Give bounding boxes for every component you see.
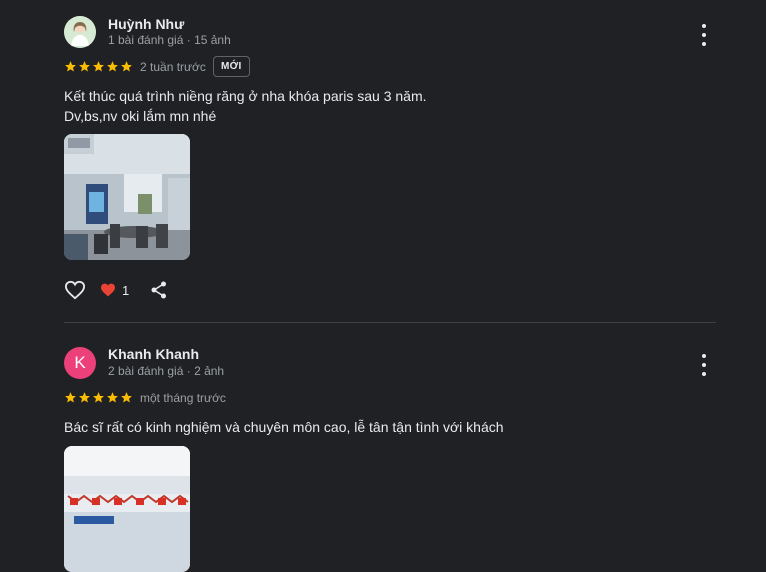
star-icon — [65, 61, 76, 72]
review-photo[interactable] — [64, 446, 190, 572]
star-icon — [107, 392, 118, 403]
review-card: Huỳnh Như 1 bài đánh giá · 15 ảnh 2 tuần… — [64, 16, 716, 316]
heart-outline-icon[interactable] — [64, 280, 86, 300]
star-icon — [93, 392, 104, 403]
review-text-line: Kết thúc quá trình niềng răng ở nha khóa… — [64, 88, 427, 104]
star-icon — [79, 61, 90, 72]
review-text-line: Dv,bs,nv oki lắm mn nhé — [64, 108, 217, 124]
reviewer-meta: 1 bài đánh giá · 15 ảnh — [108, 33, 231, 47]
star-icon — [121, 392, 132, 403]
star-icon — [65, 392, 76, 403]
star-rating — [64, 60, 133, 73]
reviewer-name[interactable]: Khanh Khanh — [108, 346, 199, 362]
heart-filled-icon[interactable] — [100, 283, 116, 297]
share-icon[interactable] — [151, 281, 167, 299]
star-icon — [107, 61, 118, 72]
reviewer-meta: 2 bài đánh giá · 2 ảnh — [108, 364, 225, 378]
review-text: Bác sĩ rất có kinh nghiệm và chuyên môn … — [64, 417, 504, 437]
new-badge: MỚI — [213, 56, 250, 77]
avatar[interactable] — [64, 16, 96, 48]
review-divider — [64, 322, 716, 323]
star-icon — [121, 61, 132, 72]
review-time: 2 tuần trước — [140, 60, 206, 74]
star-icon — [93, 61, 104, 72]
reviewer-name[interactable]: Huỳnh Như — [108, 16, 184, 32]
more-vert-icon — [702, 354, 706, 358]
avatar-letter: K — [74, 353, 86, 372]
more-options-button[interactable] — [696, 354, 712, 376]
star-icon — [79, 392, 90, 403]
review-time: một tháng trước — [140, 391, 226, 405]
more-options-button[interactable] — [696, 24, 712, 46]
like-count: 1 — [122, 282, 130, 298]
review-card: K Khanh Khanh 2 bài đánh giá · 2 ảnh một… — [64, 346, 716, 572]
more-vert-icon — [702, 24, 706, 28]
review-photo[interactable] — [64, 134, 190, 260]
review-actions: 1 — [64, 280, 167, 300]
review-text: Kết thúc quá trình niềng răng ở nha khóa… — [64, 86, 427, 126]
star-rating — [64, 391, 133, 404]
review-text-line: Bác sĩ rất có kinh nghiệm và chuyên môn … — [64, 419, 504, 435]
avatar[interactable]: K — [64, 347, 96, 379]
